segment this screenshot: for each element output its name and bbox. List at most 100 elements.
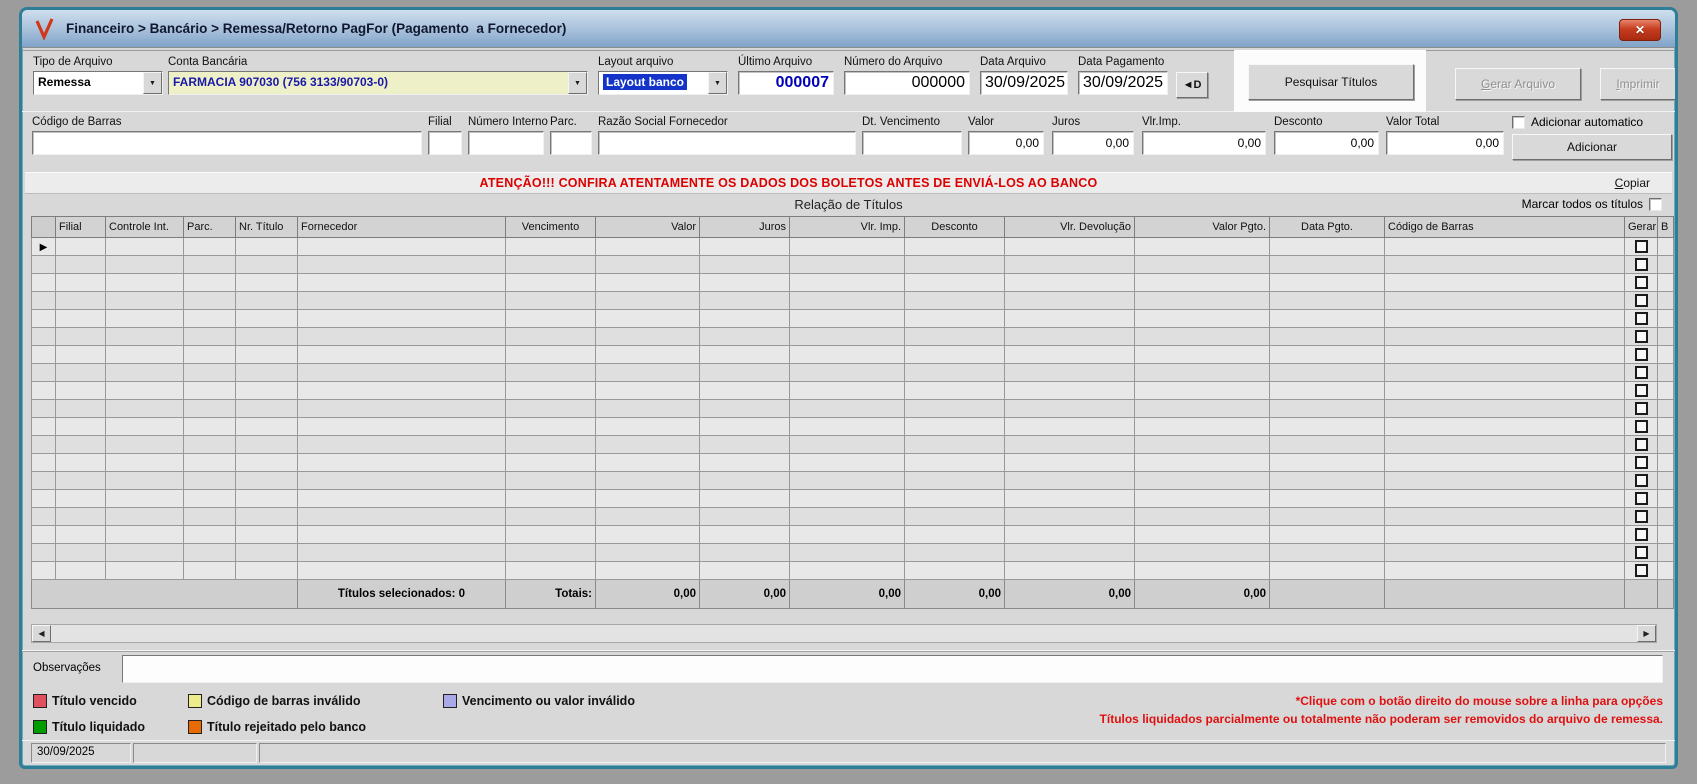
cell-juros <box>699 525 790 544</box>
cell-vencimento <box>505 543 596 562</box>
gerar-checkbox[interactable] <box>1634 330 1648 343</box>
chevron-down-icon[interactable]: ▼ <box>708 72 727 94</box>
adicionar-automatico-checkbox[interactable] <box>1512 115 1525 129</box>
table-row[interactable]: ▶ <box>31 489 1674 508</box>
codigo-barras-input[interactable] <box>32 131 422 155</box>
title-bar[interactable]: Financeiro > Bancário > Remessa/Retorno … <box>22 10 1675 48</box>
table-row[interactable]: ▶ <box>31 453 1674 472</box>
gerar-arquivo-button[interactable]: Gerar Arquivo <box>1455 68 1581 100</box>
gerar-checkbox[interactable] <box>1634 258 1648 271</box>
filial-input[interactable] <box>428 131 462 155</box>
gerar-checkbox[interactable] <box>1634 438 1648 451</box>
gerar-checkbox[interactable] <box>1634 384 1648 397</box>
gerar-checkbox[interactable] <box>1634 420 1648 433</box>
cell-valor <box>595 273 700 292</box>
gerar-checkbox[interactable] <box>1634 348 1648 361</box>
cell-gerar <box>1624 543 1658 562</box>
gerar-checkbox[interactable] <box>1634 240 1648 253</box>
copy-date-icon[interactable]: ◄D <box>1176 72 1208 98</box>
data-arquivo-field[interactable]: 30/09/2025 <box>980 71 1068 95</box>
valor-total-input[interactable] <box>1386 131 1504 155</box>
cell-vlr-imp <box>789 543 905 562</box>
gerar-checkbox[interactable] <box>1634 312 1648 325</box>
cell-valor-pgto <box>1134 399 1270 418</box>
table-row[interactable]: ▶ <box>31 435 1674 454</box>
cell-fornecedor <box>297 435 506 454</box>
gerar-checkbox[interactable] <box>1634 564 1648 577</box>
table-row[interactable]: ▶ <box>31 363 1674 382</box>
gerar-checkbox[interactable] <box>1634 474 1648 487</box>
chevron-down-icon[interactable]: ▼ <box>143 72 162 94</box>
table-row[interactable]: ▶ <box>31 399 1674 418</box>
col-header-fornecedor: Fornecedor <box>297 216 506 238</box>
table-row[interactable]: ▶ <box>31 471 1674 490</box>
cell-vlr-devolucao <box>1004 327 1135 346</box>
totals-empty-1 <box>1269 579 1385 609</box>
valor-input[interactable] <box>968 131 1044 155</box>
tipo-arquivo-select[interactable]: Remessa ▼ <box>33 71 163 95</box>
gerar-checkbox[interactable] <box>1634 294 1648 307</box>
cell-valor-pgto <box>1134 327 1270 346</box>
table-row[interactable]: ▶ <box>31 309 1674 328</box>
titulos-grid: Filial Controle Int. Parc. Nr. Título Fo… <box>31 216 1674 609</box>
legend-titulo-rejeitado: Título rejeitado pelo banco <box>188 720 366 734</box>
cell-valor <box>595 417 700 436</box>
numero-arquivo-field[interactable]: 000000 <box>844 71 970 95</box>
pesquisar-titulos-button[interactable]: Pesquisar Títulos <box>1248 64 1414 100</box>
chevron-down-icon[interactable]: ▼ <box>568 72 587 94</box>
table-row[interactable]: ▶ <box>31 345 1674 364</box>
gerar-checkbox[interactable] <box>1634 366 1648 379</box>
data-pagamento-field[interactable]: 30/09/2025 <box>1078 71 1168 95</box>
table-row[interactable]: ▶ <box>31 417 1674 436</box>
table-row[interactable]: ▶ <box>31 381 1674 400</box>
desconto-input[interactable] <box>1274 131 1379 155</box>
gerar-checkbox[interactable] <box>1634 546 1648 559</box>
gerar-checkbox[interactable] <box>1634 276 1648 289</box>
scroll-left-icon[interactable]: ◀ <box>32 625 51 642</box>
gerar-checkbox[interactable] <box>1634 510 1648 523</box>
horizontal-scrollbar[interactable]: ◀ ▶ <box>31 624 1657 643</box>
juros-input[interactable] <box>1052 131 1134 155</box>
numero-interno-input[interactable] <box>468 131 544 155</box>
cell-data-pgto <box>1269 543 1385 562</box>
ultimo-arquivo-field[interactable]: 000007 <box>738 71 834 95</box>
copiar-button[interactable]: Copiar <box>1615 176 1650 190</box>
conta-bancaria-label: Conta Bancária <box>168 56 248 68</box>
table-row[interactable]: ▶ <box>31 327 1674 346</box>
cell-vencimento <box>505 345 596 364</box>
razao-social-input[interactable] <box>598 131 856 155</box>
scroll-right-icon[interactable]: ▶ <box>1637 625 1656 642</box>
gerar-checkbox[interactable] <box>1634 402 1648 415</box>
table-row[interactable]: ▶ <box>31 255 1674 274</box>
conta-bancaria-select[interactable]: FARMACIA 907030 (756 3133/90703-0) ▼ <box>168 71 588 95</box>
gerar-checkbox[interactable] <box>1634 528 1648 541</box>
dt-vencimento-input[interactable] <box>862 131 962 155</box>
gerar-arquivo-rest: erar Arquivo <box>1490 77 1556 91</box>
vlr-imp-input[interactable] <box>1142 131 1266 155</box>
table-row[interactable]: ▶ <box>31 561 1674 580</box>
table-row[interactable]: ▶ <box>31 291 1674 310</box>
legend-titulo-vencido: Título vencido <box>33 694 188 708</box>
parc-input[interactable] <box>550 131 592 155</box>
table-row[interactable]: ▶ <box>31 273 1674 292</box>
valor-group: Valor <box>968 116 1044 155</box>
imprimir-button[interactable]: Imprimir <box>1600 68 1675 100</box>
gerar-checkbox[interactable] <box>1634 456 1648 469</box>
close-icon[interactable]: ✕ <box>1619 19 1661 41</box>
adicionar-button[interactable]: Adicionar <box>1512 134 1672 160</box>
observacoes-input[interactable] <box>122 655 1663 683</box>
layout-arquivo-select[interactable]: Layout banco ▼ <box>598 71 728 95</box>
table-row[interactable]: ▶ <box>31 507 1674 526</box>
cell-gerar <box>1624 399 1658 418</box>
cell-valor-pgto <box>1134 543 1270 562</box>
cell-controle-int <box>105 399 184 418</box>
cell-data-pgto <box>1269 255 1385 274</box>
cell-vlr-devolucao <box>1004 309 1135 328</box>
table-row[interactable]: ▶ <box>31 237 1674 256</box>
gerar-checkbox[interactable] <box>1634 492 1648 505</box>
cell-b <box>1657 417 1674 436</box>
table-row[interactable]: ▶ <box>31 525 1674 544</box>
marcar-todos-checkbox[interactable] <box>1649 197 1662 211</box>
table-row[interactable]: ▶ <box>31 543 1674 562</box>
cell-vlr-imp <box>789 363 905 382</box>
